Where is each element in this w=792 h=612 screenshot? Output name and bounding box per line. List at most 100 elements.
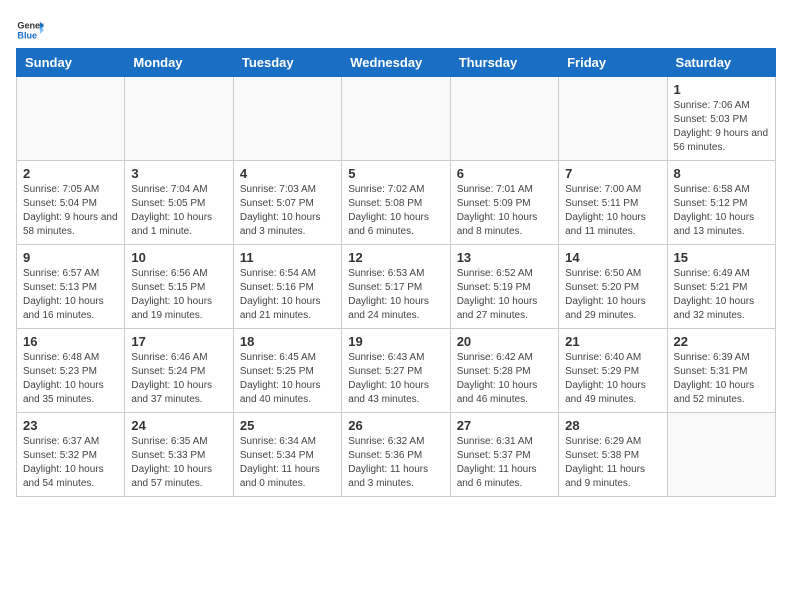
calendar-cell: 12Sunrise: 6:53 AM Sunset: 5:17 PM Dayli… (342, 245, 450, 329)
calendar-table: SundayMondayTuesdayWednesdayThursdayFrid… (16, 48, 776, 497)
calendar-cell: 10 Sunrise: 6:56 AM Sunset: 5:15 PM Dayli… (125, 245, 233, 329)
calendar-cell (342, 77, 450, 161)
calendar-week-row: 23 Sunrise: 6:37 AM Sunset: 5:32 PM Dayli… (17, 413, 776, 497)
calendar-cell: 8 Sunrise: 6:58 AM Sunset: 5:12 PM Daylig… (667, 161, 775, 245)
day-number: 15 (674, 250, 769, 265)
day-number: 7 (565, 166, 660, 181)
day-info: Sunrise: 6:52 AM Sunset: 5:19 PM Dayligh… (457, 267, 552, 323)
calendar-cell: 11 Sunrise: 6:54 AM Sunset: 5:16 PM Dayli… (233, 245, 341, 329)
day-number: 9 (23, 250, 118, 265)
day-number: 28 (565, 418, 660, 433)
calendar-week-row: 1 Sunrise: 7:06 AM Sunset: 5:03 PM Daylig… (17, 77, 776, 161)
calendar-week-row: 16 Sunrise: 6:48 AM Sunset: 5:23 PM Dayli… (17, 329, 776, 413)
calendar-cell: 5 Sunrise: 7:02 AM Sunset: 5:08 PM Daylig… (342, 161, 450, 245)
day-info: Sunrise: 6:46 AM Sunset: 5:24 PM Dayligh… (131, 351, 226, 407)
day-number: 25 (240, 418, 335, 433)
day-info: Sunrise: 6:32 AM Sunset: 5:36 PM Dayligh… (348, 435, 443, 491)
calendar-week-row: 9 Sunrise: 6:57 AM Sunset: 5:13 PM Daylig… (17, 245, 776, 329)
day-number: 20 (457, 334, 552, 349)
day-info: Sunrise: 7:04 AM Sunset: 5:05 PM Dayligh… (131, 183, 226, 239)
logo-icon: General Blue (16, 16, 44, 44)
calendar-cell: 19 Sunrise: 6:43 AM Sunset: 5:27 PM Dayli… (342, 329, 450, 413)
calendar-cell: 18 Sunrise: 6:45 AM Sunset: 5:25 PM Dayli… (233, 329, 341, 413)
calendar-cell: 6 Sunrise: 7:01 AM Sunset: 5:09 PM Daylig… (450, 161, 558, 245)
calendar-cell: 16 Sunrise: 6:48 AM Sunset: 5:23 PM Dayli… (17, 329, 125, 413)
calendar-cell: 24 Sunrise: 6:35 AM Sunset: 5:33 PM Dayli… (125, 413, 233, 497)
column-header-tuesday: Tuesday (233, 49, 341, 77)
day-info: Sunrise: 6:50 AM Sunset: 5:20 PM Dayligh… (565, 267, 660, 323)
column-header-thursday: Thursday (450, 49, 558, 77)
day-info: Sunrise: 6:43 AM Sunset: 5:27 PM Dayligh… (348, 351, 443, 407)
day-number: 26 (348, 418, 443, 433)
calendar-week-row: 2 Sunrise: 7:05 AM Sunset: 5:04 PM Daylig… (17, 161, 776, 245)
day-info: Sunrise: 6:29 AM Sunset: 5:38 PM Dayligh… (565, 435, 660, 491)
day-number: 4 (240, 166, 335, 181)
day-info: Sunrise: 7:06 AM Sunset: 5:03 PM Dayligh… (674, 99, 769, 155)
calendar-cell: 27 Sunrise: 6:31 AM Sunset: 5:37 PM Dayli… (450, 413, 558, 497)
day-number: 1 (674, 82, 769, 97)
calendar-cell: 14 Sunrise: 6:50 AM Sunset: 5:20 PM Dayli… (559, 245, 667, 329)
day-info: Sunrise: 6:49 AM Sunset: 5:21 PM Dayligh… (674, 267, 769, 323)
column-header-wednesday: Wednesday (342, 49, 450, 77)
day-info: Sunrise: 7:03 AM Sunset: 5:07 PM Dayligh… (240, 183, 335, 239)
day-info: Sunrise: 6:45 AM Sunset: 5:25 PM Dayligh… (240, 351, 335, 407)
day-info: Sunrise: 6:31 AM Sunset: 5:37 PM Dayligh… (457, 435, 552, 491)
day-info: Sunrise: 6:48 AM Sunset: 5:23 PM Dayligh… (23, 351, 118, 407)
calendar-cell: 7 Sunrise: 7:00 AM Sunset: 5:11 PM Daylig… (559, 161, 667, 245)
day-number: 16 (23, 334, 118, 349)
page-header: General Blue (16, 16, 776, 44)
calendar-cell (125, 77, 233, 161)
calendar-cell (667, 413, 775, 497)
day-number: 2 (23, 166, 118, 181)
calendar-cell (17, 77, 125, 161)
calendar-cell: 22 Sunrise: 6:39 AM Sunset: 5:31 PM Dayli… (667, 329, 775, 413)
day-info: Sunrise: 7:01 AM Sunset: 5:09 PM Dayligh… (457, 183, 552, 239)
svg-text:Blue: Blue (17, 30, 37, 40)
day-info: Sunrise: 7:05 AM Sunset: 5:04 PM Dayligh… (23, 183, 118, 239)
day-info: Sunrise: 6:58 AM Sunset: 5:12 PM Dayligh… (674, 183, 769, 239)
day-number: 14 (565, 250, 660, 265)
column-header-sunday: Sunday (17, 49, 125, 77)
day-number: 22 (674, 334, 769, 349)
day-number: 17 (131, 334, 226, 349)
day-number: 13 (457, 250, 552, 265)
day-info: Sunrise: 6:54 AM Sunset: 5:16 PM Dayligh… (240, 267, 335, 323)
day-number: 5 (348, 166, 443, 181)
calendar-cell: 1 Sunrise: 7:06 AM Sunset: 5:03 PM Daylig… (667, 77, 775, 161)
calendar-cell: 4 Sunrise: 7:03 AM Sunset: 5:07 PM Daylig… (233, 161, 341, 245)
calendar-cell: 3Sunrise: 7:04 AM Sunset: 5:05 PM Daylig… (125, 161, 233, 245)
day-number: 21 (565, 334, 660, 349)
column-header-saturday: Saturday (667, 49, 775, 77)
day-info: Sunrise: 6:57 AM Sunset: 5:13 PM Dayligh… (23, 267, 118, 323)
day-info: Sunrise: 6:35 AM Sunset: 5:33 PM Dayligh… (131, 435, 226, 491)
day-number: 11 (240, 250, 335, 265)
column-header-monday: Monday (125, 49, 233, 77)
calendar-cell: 26 Sunrise: 6:32 AM Sunset: 5:36 PM Dayli… (342, 413, 450, 497)
day-number: 12 (348, 250, 443, 265)
day-number: 24 (131, 418, 226, 433)
day-info: Sunrise: 7:00 AM Sunset: 5:11 PM Dayligh… (565, 183, 660, 239)
day-number: 23 (23, 418, 118, 433)
day-info: Sunrise: 6:37 AM Sunset: 5:32 PM Dayligh… (23, 435, 118, 491)
day-number: 19 (348, 334, 443, 349)
calendar-cell: 25Sunrise: 6:34 AM Sunset: 5:34 PM Dayli… (233, 413, 341, 497)
column-header-friday: Friday (559, 49, 667, 77)
day-number: 27 (457, 418, 552, 433)
day-info: Sunrise: 7:02 AM Sunset: 5:08 PM Dayligh… (348, 183, 443, 239)
calendar-cell: 9 Sunrise: 6:57 AM Sunset: 5:13 PM Daylig… (17, 245, 125, 329)
day-info: Sunrise: 6:56 AM Sunset: 5:15 PM Dayligh… (131, 267, 226, 323)
calendar-cell: 23 Sunrise: 6:37 AM Sunset: 5:32 PM Dayli… (17, 413, 125, 497)
day-info: Sunrise: 6:39 AM Sunset: 5:31 PM Dayligh… (674, 351, 769, 407)
day-number: 10 (131, 250, 226, 265)
calendar-cell (559, 77, 667, 161)
day-number: 6 (457, 166, 552, 181)
calendar-cell (450, 77, 558, 161)
day-info: Sunrise: 6:42 AM Sunset: 5:28 PM Dayligh… (457, 351, 552, 407)
day-number: 8 (674, 166, 769, 181)
calendar-cell: 17 Sunrise: 6:46 AM Sunset: 5:24 PM Dayli… (125, 329, 233, 413)
day-number: 18 (240, 334, 335, 349)
calendar-cell: 13 Sunrise: 6:52 AM Sunset: 5:19 PM Dayli… (450, 245, 558, 329)
calendar-cell: 15 Sunrise: 6:49 AM Sunset: 5:21 PM Dayli… (667, 245, 775, 329)
calendar-cell: 28 Sunrise: 6:29 AM Sunset: 5:38 PM Dayli… (559, 413, 667, 497)
day-info: Sunrise: 6:40 AM Sunset: 5:29 PM Dayligh… (565, 351, 660, 407)
